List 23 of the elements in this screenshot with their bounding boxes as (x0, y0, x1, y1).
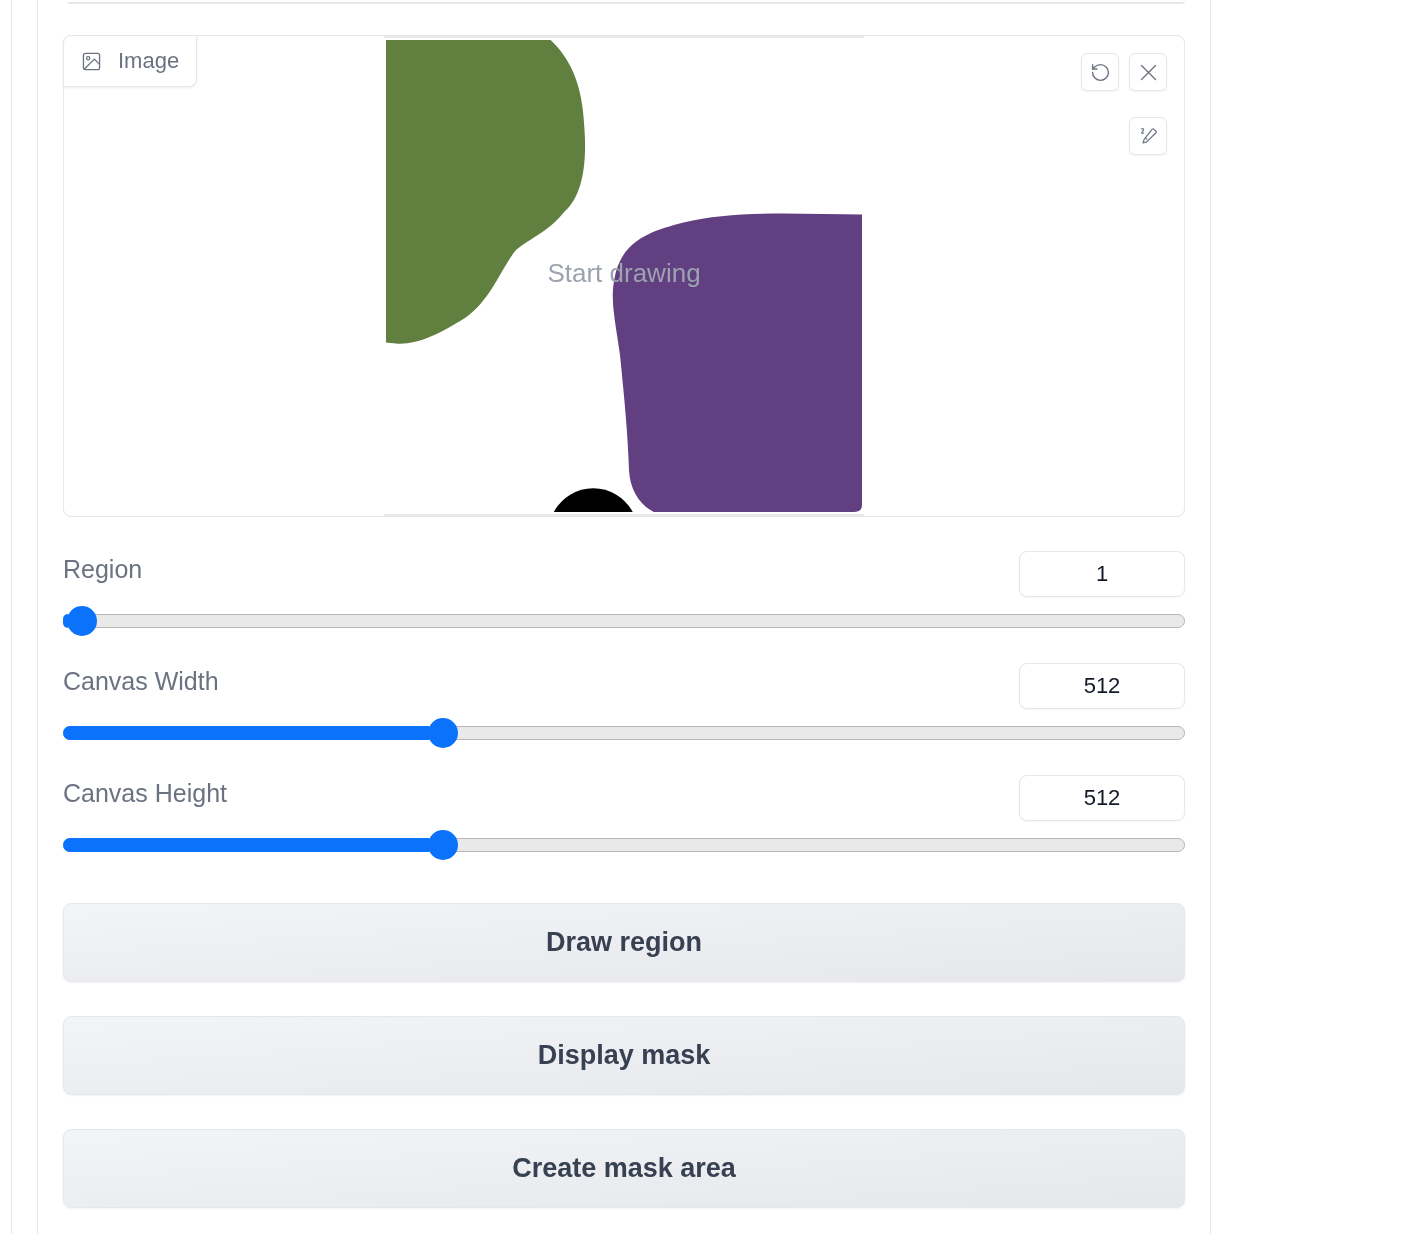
action-button[interactable]: Draw region (63, 903, 1185, 982)
action-button[interactable]: Create mask area (63, 1129, 1185, 1208)
slider-thumb[interactable] (427, 830, 458, 860)
slider-label: Canvas Width (63, 667, 219, 696)
slider-track[interactable] (63, 830, 1185, 860)
image-label-text: Image (118, 48, 180, 74)
number-input[interactable]: 512 (1019, 663, 1185, 709)
slider-thumb[interactable] (427, 718, 458, 748)
slider-track[interactable] (63, 718, 1185, 748)
image-icon (82, 51, 101, 71)
slider-thumb[interactable] (67, 606, 97, 636)
number-input[interactable]: 512 (1019, 775, 1185, 821)
undo-icon (1089, 61, 1111, 83)
slider-track[interactable] (63, 606, 1185, 636)
pen-button[interactable] (1129, 117, 1167, 155)
undo-button[interactable] (1081, 53, 1119, 91)
slider-label: Canvas Height (63, 779, 227, 808)
slider-label: Region (63, 555, 143, 584)
drawing-canvas[interactable] (384, 36, 864, 516)
slider-fill (63, 614, 68, 628)
close-button[interactable] (1129, 53, 1167, 91)
number-input[interactable]: 1 (1019, 551, 1185, 597)
action-button[interactable]: Display mask (63, 1016, 1185, 1095)
